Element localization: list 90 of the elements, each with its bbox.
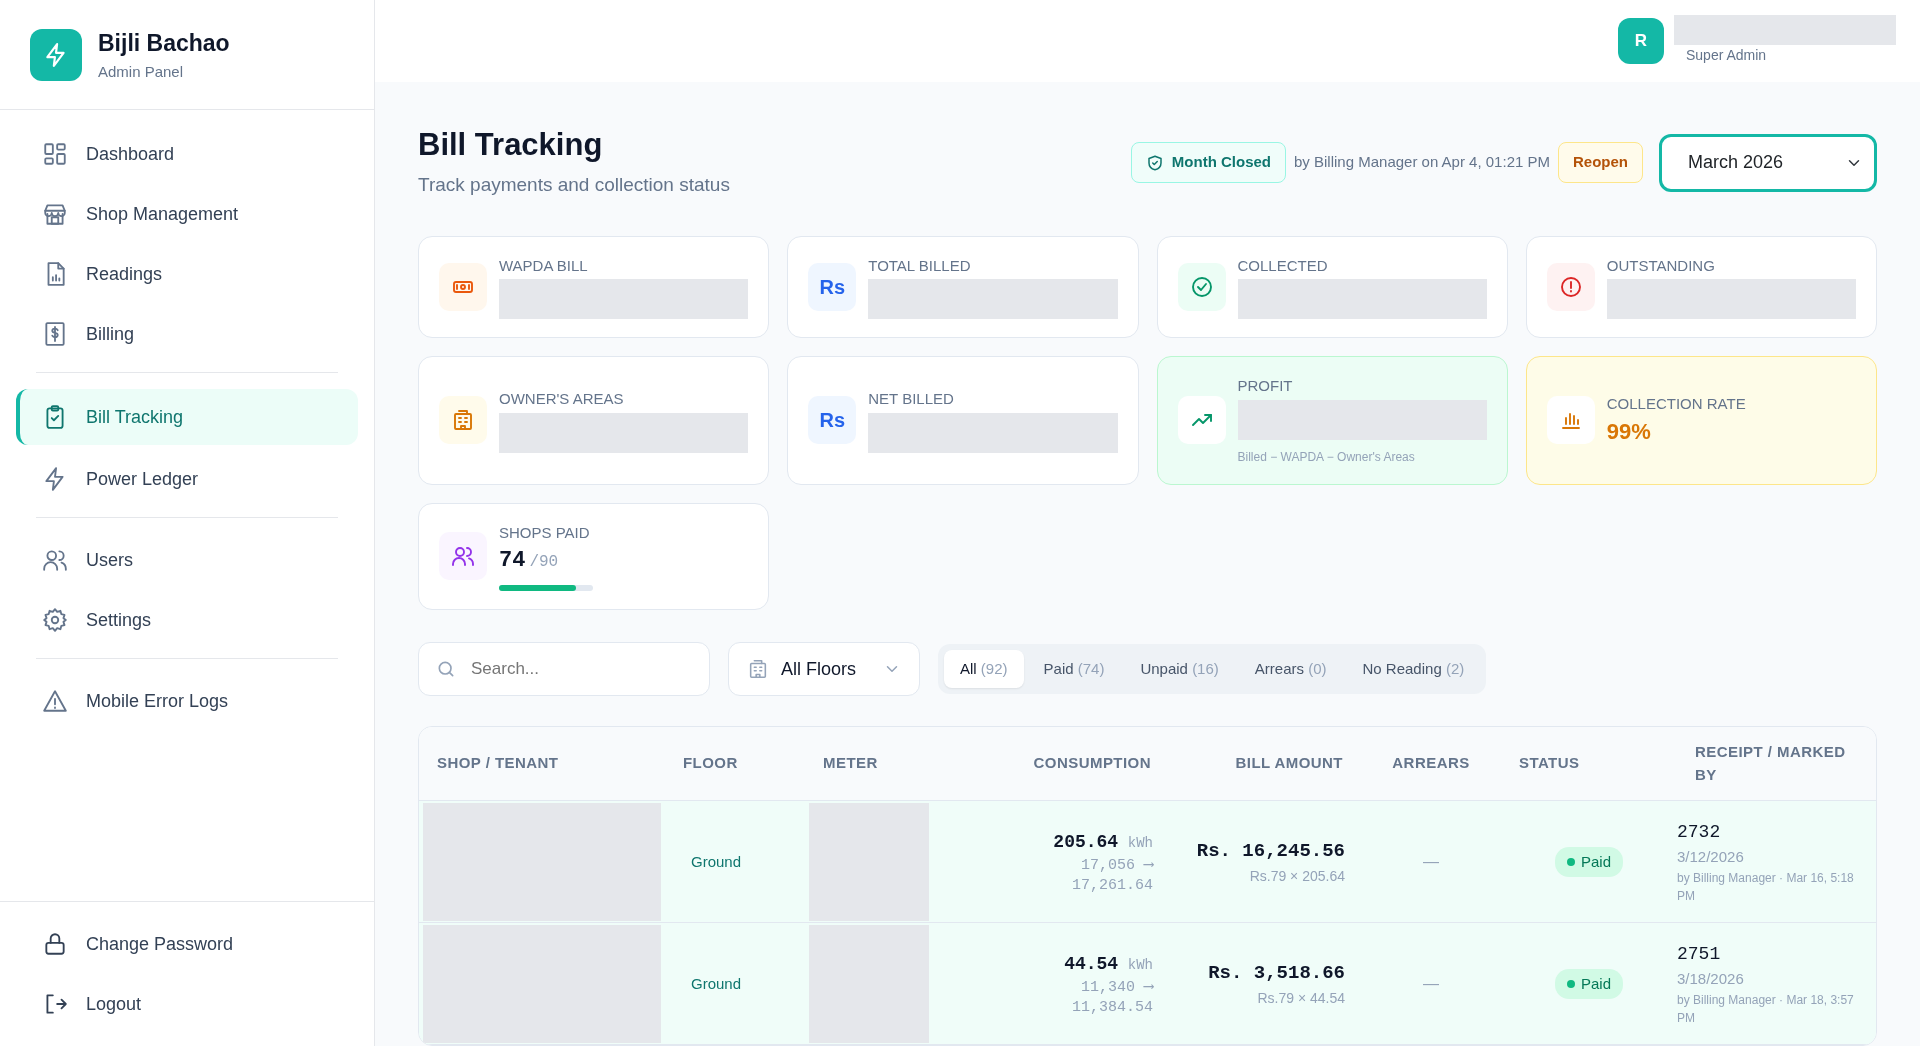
stat-value: 74 <box>499 547 526 575</box>
filter-tab[interactable]: Unpaid (16) <box>1124 649 1235 689</box>
settings-icon <box>42 607 68 633</box>
sidebar-item[interactable]: Readings <box>16 248 358 300</box>
users-icon <box>42 547 68 573</box>
bill-amount: Rs. 16,245.56 <box>1195 839 1345 865</box>
column-header: BILL AMOUNT <box>1234 753 1344 774</box>
search-icon <box>436 659 456 679</box>
stat-label: COLLECTED <box>1237 255 1329 276</box>
stat-label: OWNER'S AREAS <box>499 389 625 409</box>
unit-label: kWh <box>1127 957 1153 973</box>
sidebar-item[interactable]: Users <box>16 534 358 586</box>
column-header: CONSUMPTION <box>1032 753 1152 774</box>
status-dot <box>1567 980 1575 988</box>
stat-label: OUTSTANDING <box>1606 255 1716 276</box>
sidebar-item[interactable]: Logout <box>16 978 358 1030</box>
receipt-number: 2732 <box>1677 821 1722 845</box>
consumption-value: 44.54 <box>1064 954 1119 974</box>
page-subtitle: Track payments and collection status <box>418 173 730 197</box>
column-header: METER <box>822 753 879 774</box>
reopen-button[interactable]: Reopen <box>1558 142 1643 183</box>
building-icon <box>747 658 769 680</box>
rate-text: Rs.79 × 44.54 <box>1256 988 1345 1008</box>
brand-name: Bijli Bachao <box>98 29 230 58</box>
users-icon <box>451 544 475 569</box>
column-header: STATUS <box>1518 753 1581 774</box>
stat-total: /90 <box>529 552 559 573</box>
consumption-value: 205.64 <box>1053 832 1119 852</box>
reading-from: 11,340 ⟶ <box>1079 978 1153 998</box>
receipt-date: 3/12/2026 <box>1677 847 1745 868</box>
status-badge: Paid <box>1555 846 1623 878</box>
user-role: Super Admin <box>1685 46 1768 66</box>
sidebar-item[interactable]: Bill Tracking <box>16 389 358 445</box>
page-title: Bill Tracking <box>418 125 604 163</box>
filter-tab[interactable]: All (92) <box>944 649 1024 689</box>
sidebar-item[interactable]: Shop Management <box>16 188 358 240</box>
column-header: RECEIPT / MARKED BY <box>1694 742 1847 785</box>
sidebar-item[interactable]: Settings <box>16 594 358 646</box>
status-dot <box>1567 858 1575 866</box>
receipt-date: 3/18/2026 <box>1677 969 1745 990</box>
rupee-icon: Rs <box>819 271 846 302</box>
stat-label: NET BILLED <box>868 389 955 409</box>
receipt-number: 2751 <box>1677 943 1722 967</box>
alert-circle-icon <box>1558 274 1583 299</box>
stat-label: TOTAL BILLED <box>868 255 972 276</box>
sidebar-item[interactable]: Power Ledger <box>16 453 358 505</box>
warning-icon <box>42 688 68 714</box>
reading-from: 17,056 ⟶ <box>1079 856 1153 876</box>
bill-amount: Rs. 3,518.66 <box>1207 961 1345 987</box>
month-select[interactable]: March 2026 <box>1659 133 1877 192</box>
brand-subtitle: Admin Panel <box>98 61 185 82</box>
stat-label: COLLECTION RATE <box>1606 393 1747 414</box>
column-header: FLOOR <box>682 753 739 774</box>
marked-by-text: by Billing Manager · Mar 18, 3:57 PM <box>1677 991 1855 1027</box>
sidebar-item[interactable]: Billing <box>16 308 358 360</box>
grid-icon <box>42 141 68 167</box>
lock-icon <box>42 931 68 957</box>
stat-label: SHOPS PAID <box>499 522 591 543</box>
rate-text: Rs.79 × 205.64 <box>1248 866 1345 886</box>
unit-label: kWh <box>1127 835 1153 851</box>
check-circle-icon <box>1189 274 1214 299</box>
sidebar-item[interactable]: Mobile Error Logs <box>16 675 358 727</box>
stat-label: PROFIT <box>1237 376 1294 396</box>
marked-by-text: by Billing Manager · Mar 16, 5:18 PM <box>1677 869 1855 905</box>
floor-select[interactable]: All Floors <box>728 642 920 696</box>
arrears-cell: — <box>1423 853 1439 870</box>
rupee-icon: Rs <box>819 405 846 436</box>
month-status-badge: Month Closed <box>1130 142 1286 183</box>
filter-tab[interactable]: Arrears (0) <box>1238 649 1343 689</box>
closed-by-text: by Billing Manager on Apr 4, 01:21 PM <box>1294 152 1550 173</box>
reading-to: 11,384.54 <box>1071 997 1153 1017</box>
status-badge: Paid <box>1555 968 1623 1000</box>
arrears-cell: — <box>1423 975 1439 992</box>
filter-tab[interactable]: Paid (74) <box>1027 649 1121 689</box>
stat-note: Billed − WAPDA − Owner's Areas <box>1237 448 1416 466</box>
store-icon <box>42 201 68 227</box>
sidebar-item[interactable]: Change Password <box>16 918 358 970</box>
stat-label: WAPDA BILL <box>499 255 589 276</box>
reading-to: 17,261.64 <box>1071 875 1153 895</box>
filter-tab[interactable]: No Reading (2) <box>1346 649 1481 689</box>
stat-value: 99% <box>1606 418 1652 446</box>
floor-cell-text: Ground <box>690 975 742 992</box>
column-header: SHOP / TENANT <box>436 753 560 774</box>
column-header: ARREARS <box>1391 753 1471 774</box>
floor-cell-text: Ground <box>690 853 742 870</box>
building-icon <box>451 408 475 433</box>
shield-check-icon <box>1145 153 1164 172</box>
search-field[interactable]: Search... <box>418 642 710 696</box>
receipt-dollar-icon <box>42 321 68 347</box>
sidebar-item[interactable]: Dashboard <box>16 128 358 180</box>
